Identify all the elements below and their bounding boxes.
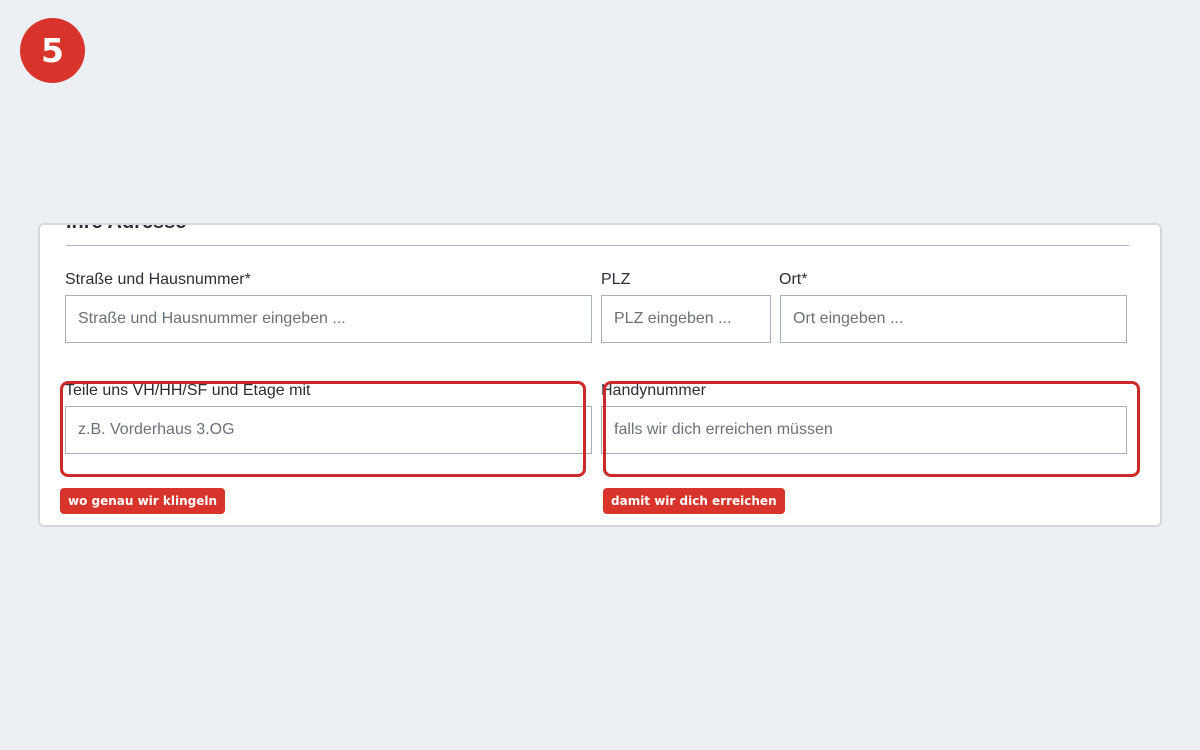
- city-input[interactable]: [780, 295, 1127, 343]
- floor-hint-tag: wo genau wir klingeln: [60, 488, 226, 514]
- floor-input[interactable]: [65, 406, 592, 454]
- section-divider: [66, 245, 1129, 246]
- phone-hint-tag: damit wir dich erreichen: [603, 488, 785, 514]
- street-label: Straße und Hausnummer*: [65, 271, 251, 288]
- city-label: Ort*: [779, 271, 808, 288]
- section-title: Ihre Adresse: [66, 225, 186, 234]
- phone-label: Handynummer: [601, 382, 706, 399]
- phone-input[interactable]: [601, 406, 1127, 454]
- floor-label: Teile uns VH/HH/SF und Etage mit: [65, 382, 311, 399]
- zip-label: PLZ: [601, 271, 631, 288]
- street-input[interactable]: [65, 295, 592, 343]
- address-form-card: Ihre Adresse Straße und Hausnummer* PLZ …: [38, 223, 1162, 527]
- zip-input[interactable]: [601, 295, 771, 343]
- step-number-badge: 5: [20, 18, 85, 83]
